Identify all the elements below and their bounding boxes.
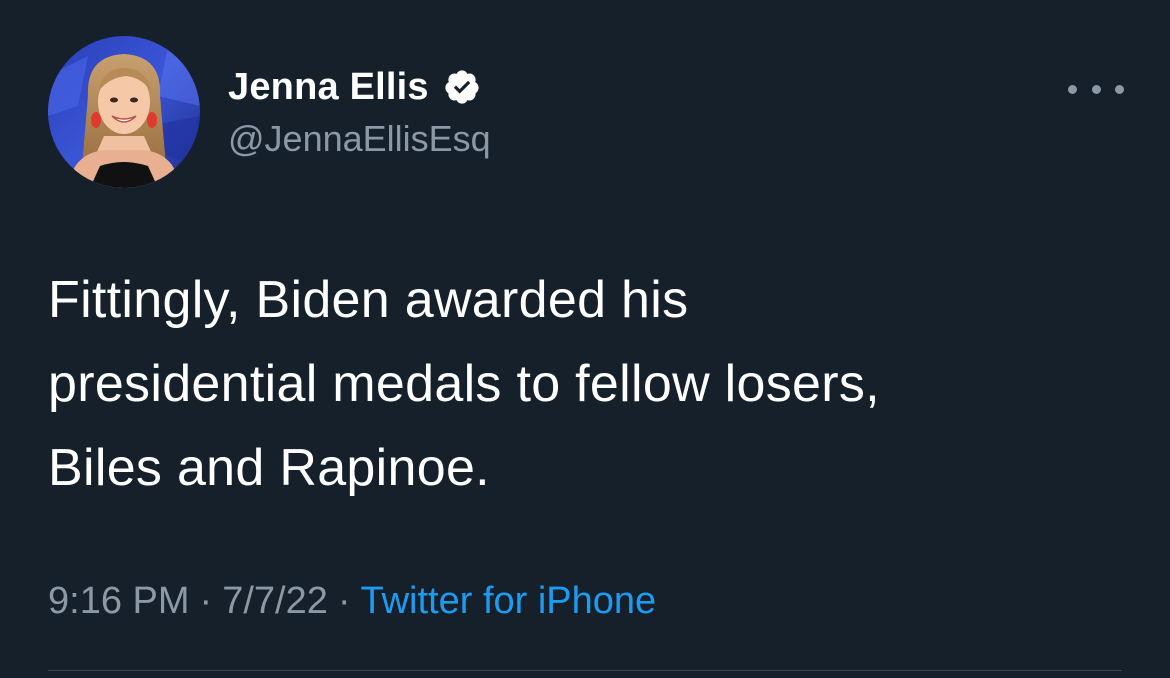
- tweet-metadata: 9:16 PM · 7/7/22 · Twitter for iPhone: [48, 580, 656, 623]
- tweet-text-line: presidential medals to fellow losers,: [48, 355, 880, 413]
- more-dot: [1091, 84, 1101, 94]
- more-dot: [1068, 84, 1077, 94]
- avatar[interactable]: [48, 36, 200, 188]
- author-display-name[interactable]: Jenna Ellis: [228, 66, 429, 109]
- meta-separator: ·: [337, 580, 351, 622]
- meta-separator: ·: [199, 580, 213, 622]
- verified-badge-icon: [443, 68, 481, 106]
- more-dot: [1115, 84, 1124, 94]
- author-handle[interactable]: @JennaEllisEsq: [228, 118, 491, 160]
- author-name-row: Jenna Ellis: [228, 62, 481, 112]
- tweet-date[interactable]: 7/7/22: [222, 580, 328, 622]
- tweet-text: Fittingly, Biden awarded his presidentia…: [48, 258, 1128, 510]
- tweet-text-line: Fittingly, Biden awarded his: [48, 271, 689, 329]
- tweet-card: Jenna Ellis @JennaEllisEsq Fittingly, Bi…: [0, 0, 1170, 678]
- tweet-source-link[interactable]: Twitter for iPhone: [361, 580, 657, 622]
- avatar-image: [48, 36, 200, 188]
- tweet-time[interactable]: 9:16 PM: [48, 580, 190, 622]
- more-options-icon[interactable]: [1068, 72, 1124, 106]
- tweet-text-line: Biles and Rapinoe.: [48, 439, 490, 497]
- divider: [48, 670, 1122, 671]
